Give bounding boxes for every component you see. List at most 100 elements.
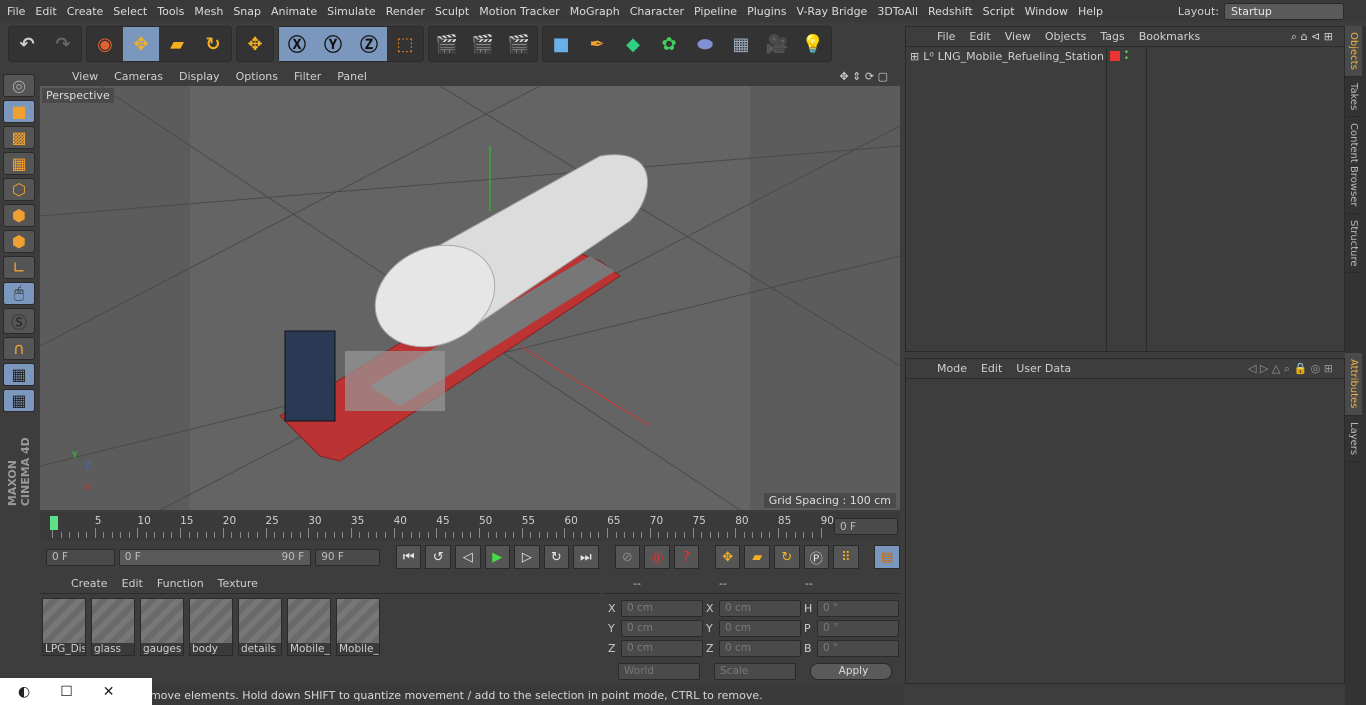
material[interactable]: Mobile_ <box>287 598 331 656</box>
mat-texture[interactable]: Texture <box>211 577 265 590</box>
previous-key-icon[interactable]: ↺ <box>425 545 451 569</box>
menu-snap[interactable]: Snap <box>228 5 266 18</box>
redo-icon[interactable]: ↷ <box>45 27 81 61</box>
key-position-icon[interactable]: ✥ <box>714 545 741 569</box>
workplane-lock-icon[interactable]: ▦ <box>3 388 35 412</box>
size-z-field[interactable]: 0 cm <box>719 639 801 657</box>
object-row[interactable]: ⊞ L⁰ LNG_Mobile_Refueling_Station • • <box>906 47 1344 65</box>
rot-b-field[interactable]: 0 ° <box>817 639 899 657</box>
material[interactable]: glass <box>91 598 135 656</box>
menu-sculpt[interactable]: Sculpt <box>430 5 474 18</box>
viewport-view[interactable]: View <box>64 70 106 83</box>
am-user-data[interactable]: User Data <box>1009 362 1078 375</box>
menu-tools[interactable]: Tools <box>152 5 189 18</box>
mat-function[interactable]: Function <box>150 577 211 590</box>
deformer-icon[interactable]: ⬬ <box>687 27 723 61</box>
previous-frame-icon[interactable]: ◁ <box>455 545 481 569</box>
coordinate-system-icon[interactable]: ⬚ <box>387 27 423 61</box>
magnet-icon[interactable]: ∩ <box>3 336 35 360</box>
texture-mode-icon[interactable]: ▩ <box>3 125 35 149</box>
apply-button[interactable]: Apply <box>810 662 892 680</box>
camera-icon[interactable]: 🎥 <box>759 27 795 61</box>
snap-icon[interactable]: Ⓢ <box>3 307 35 334</box>
record-keys-icon[interactable]: ⊘ <box>614 545 641 569</box>
scale-tool-icon[interactable]: ▰ <box>159 27 195 61</box>
cloner-icon[interactable]: ✿ <box>651 27 687 61</box>
om-edit[interactable]: Edit <box>962 30 997 43</box>
menu-3dtoall[interactable]: 3DToAll <box>872 5 923 18</box>
om-file[interactable]: File <box>930 30 962 43</box>
play-icon[interactable]: ▶ <box>484 545 511 569</box>
am-nav-icons[interactable]: ◁ ▷ △ ⌕ 🔒 ◎ ⊞ <box>1241 362 1340 376</box>
model-mode-icon[interactable]: ■ <box>3 99 35 123</box>
mat-create[interactable]: Create <box>64 577 115 590</box>
viewport[interactable]: YZ X Perspective Grid Spacing : 100 cm <box>40 86 900 510</box>
timeline-icon[interactable]: ▤ <box>874 545 900 569</box>
rot-h-field[interactable]: 0 ° <box>817 599 899 617</box>
am-mode[interactable]: Mode <box>930 362 974 375</box>
light-icon[interactable]: 💡 <box>795 27 831 61</box>
points-mode-icon[interactable]: ⬡ <box>3 177 35 201</box>
tab-structure[interactable]: Structure <box>1345 214 1362 274</box>
x-axis-icon[interactable]: Ⓧ <box>279 27 315 61</box>
close-icon[interactable]: ✕ <box>103 684 115 700</box>
menu-plugins[interactable]: Plugins <box>742 5 791 18</box>
end-frame-field[interactable]: 90 F <box>315 548 381 566</box>
menu-motion-tracker[interactable]: Motion Tracker <box>474 5 564 18</box>
mat-edit[interactable]: Edit <box>115 577 150 590</box>
next-key-icon[interactable]: ↻ <box>543 545 570 569</box>
tab-content-browser[interactable]: Content Browser <box>1345 117 1362 214</box>
current-frame-field[interactable]: 0 F <box>834 518 898 535</box>
size-x-field[interactable]: 0 cm <box>719 599 801 617</box>
material[interactable]: LPG_Dis <box>42 598 86 656</box>
menu-mesh[interactable]: Mesh <box>189 5 228 18</box>
y-axis-icon[interactable]: Ⓨ <box>315 27 351 61</box>
rot-p-field[interactable]: 0 ° <box>817 619 899 637</box>
material[interactable]: body <box>189 598 233 656</box>
viewport-nav-icons[interactable]: ✥ ⇕ ⟳ ▢ <box>831 70 896 83</box>
viewport-options[interactable]: Options <box>228 70 286 83</box>
menu-render[interactable]: Render <box>381 5 430 18</box>
menu-help[interactable]: Help <box>1073 5 1108 18</box>
render-picture-viewer-icon[interactable]: 🎬 <box>465 27 501 61</box>
timeline[interactable]: 051015202530354045505560657075808590 0 F <box>40 512 900 540</box>
autokey-icon[interactable]: ⓪ <box>644 545 670 569</box>
maximize-icon[interactable]: ☐ <box>60 684 73 700</box>
om-tags[interactable]: Tags <box>1093 30 1131 43</box>
menu-vray[interactable]: V-Ray Bridge <box>791 5 872 18</box>
tab-attributes[interactable]: Attributes <box>1345 353 1362 416</box>
layout-select[interactable]: Startup <box>1224 2 1344 20</box>
grid-lock-icon[interactable]: ▦ <box>3 362 35 386</box>
am-edit[interactable]: Edit <box>974 362 1009 375</box>
move-tool-icon[interactable]: ✥ <box>123 27 159 61</box>
key-pla-icon[interactable]: ⠿ <box>833 545 859 569</box>
expand-icon[interactable]: ⊞ <box>910 50 919 63</box>
edges-mode-icon[interactable]: ⬢ <box>3 203 35 227</box>
key-parameter-icon[interactable]: Ⓟ <box>803 545 830 569</box>
viewport-filter[interactable]: Filter <box>286 70 329 83</box>
tweak-icon[interactable]: 🖱 <box>3 281 35 305</box>
menu-animate[interactable]: Animate <box>266 5 322 18</box>
pen-icon[interactable]: ✒ <box>579 27 615 61</box>
polygons-mode-icon[interactable]: ⬢ <box>3 229 35 253</box>
menu-pipeline[interactable]: Pipeline <box>689 5 742 18</box>
om-view[interactable]: View <box>998 30 1038 43</box>
material[interactable]: details <box>238 598 282 656</box>
visibility-dots-icon[interactable]: • • <box>1124 49 1129 64</box>
object-name[interactable]: LNG_Mobile_Refueling_Station <box>938 50 1104 63</box>
go-to-start-icon[interactable]: ⏮ <box>395 545 422 569</box>
make-editable-icon[interactable]: ◎ <box>3 74 35 97</box>
key-scale-icon[interactable]: ▰ <box>744 545 770 569</box>
key-rotation-icon[interactable]: ↻ <box>774 545 800 569</box>
scale-dropdown[interactable]: Scale <box>714 662 796 680</box>
menu-mograph[interactable]: MoGraph <box>565 5 625 18</box>
om-bookmarks[interactable]: Bookmarks <box>1132 30 1207 43</box>
axis-icon[interactable]: ∟ <box>3 255 35 279</box>
workplane-icon[interactable]: ▦ <box>3 151 35 175</box>
frame-range-slider[interactable]: 0 F 90 F <box>118 548 312 566</box>
pos-y-field[interactable]: 0 cm <box>621 619 703 637</box>
rotate-tool-icon[interactable]: ↻ <box>195 27 231 61</box>
menu-select[interactable]: Select <box>108 5 152 18</box>
next-frame-icon[interactable]: ▷ <box>514 545 540 569</box>
start-frame-field[interactable]: 0 F <box>46 548 115 566</box>
